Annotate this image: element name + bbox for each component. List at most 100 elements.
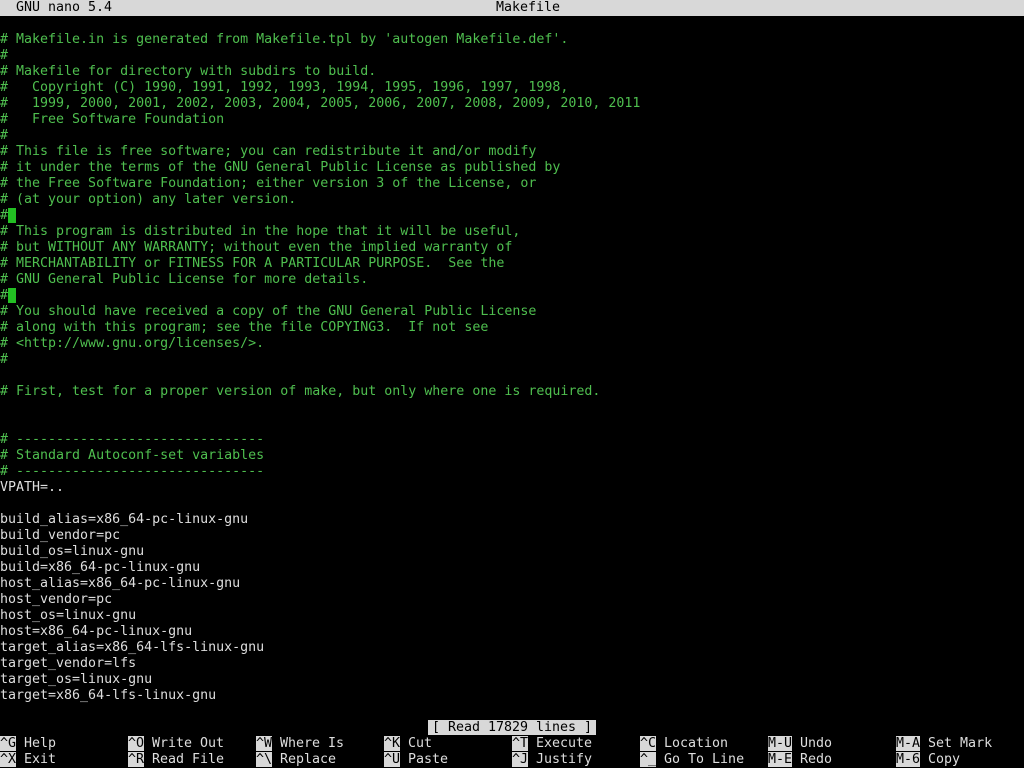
editor-line[interactable]: # Copyright (C) 1990, 1991, 1992, 1993, … [0, 80, 1024, 96]
shortcut-execute[interactable]: ^T Execute [512, 736, 592, 752]
editor-line[interactable]: # but WITHOUT ANY WARRANTY; without even… [0, 240, 1024, 256]
editor-line-text: # GNU General Public License for more de… [0, 272, 369, 287]
trailing-whitespace-marker [8, 208, 17, 223]
shortcut-label: Cut [408, 736, 433, 751]
status-bar: [ Read 17829 lines ] [0, 720, 1024, 736]
editor-line-text: # This file is free software; you can re… [0, 144, 537, 159]
shortcut-label: Undo [800, 736, 833, 751]
editor-line-text: # [0, 48, 9, 63]
shortcut-undo[interactable]: M-U Undo [768, 736, 832, 752]
shortcut-go-to-line[interactable]: ^_ Go To Line [640, 752, 744, 768]
editor-line-text: # This program is distributed in the hop… [0, 224, 521, 239]
shortcut-bar: ^G Help ^X Exit ^O Write Out ^R Read File ^W Wher… [0, 736, 1024, 768]
editor-line-text: target_vendor=lfs [0, 656, 137, 671]
shortcut-key: ^C [640, 736, 657, 751]
shortcut-key: ^R [128, 752, 145, 767]
editor-line[interactable]: target_alias=x86_64-lfs-linux-gnu [0, 640, 1024, 656]
editor-line[interactable]: # 1999, 2000, 2001, 2002, 2003, 2004, 20… [0, 96, 1024, 112]
shortcut-label: Copy [928, 752, 961, 767]
editor-line[interactable]: # it under the terms of the GNU General … [0, 160, 1024, 176]
editor-line[interactable]: # Makefile for directory with subdirs to… [0, 64, 1024, 80]
editor-line-text: # (at your option) any later version. [0, 192, 297, 207]
editor-line[interactable]: build_vendor=pc [0, 528, 1024, 544]
editor-line[interactable]: host_os=linux-gnu [0, 608, 1024, 624]
editor-line-text: # [0, 352, 9, 367]
editor-line[interactable]: # [0, 352, 1024, 368]
editor-line[interactable]: # Standard Autoconf-set variables [0, 448, 1024, 464]
editor-text-area[interactable]: # Makefile.in is generated from Makefile… [0, 32, 1024, 704]
shortcut-key: M-6 [896, 752, 921, 767]
editor-line[interactable]: host=x86_64-pc-linux-gnu [0, 624, 1024, 640]
shortcut-read-file[interactable]: ^R Read File [128, 752, 224, 768]
shortcut-key: M-U [768, 736, 793, 751]
editor-line[interactable]: build_alias=x86_64-pc-linux-gnu [0, 512, 1024, 528]
editor-line[interactable] [0, 496, 1024, 512]
editor-line[interactable]: # ------------------------------- [0, 432, 1024, 448]
editor-line-text: # Makefile.in is generated from Makefile… [0, 32, 569, 47]
editor-line[interactable]: # (at your option) any later version. [0, 192, 1024, 208]
shortcut-key: M-A [896, 736, 921, 751]
editor-line[interactable]: # First, test for a proper version of ma… [0, 384, 1024, 400]
shortcut-set-mark[interactable]: M-A Set Mark [896, 736, 992, 752]
editor-line[interactable]: # ------------------------------- [0, 464, 1024, 480]
shortcut-paste[interactable]: ^U Paste [384, 752, 448, 768]
shortcut-key: ^G [0, 736, 17, 751]
shortcut-justify[interactable]: ^J Justify [512, 752, 592, 768]
editor-line[interactable]: # You should have received a copy of the… [0, 304, 1024, 320]
editor-line[interactable] [0, 400, 1024, 416]
editor-line-text: # the Free Software Foundation; either v… [0, 176, 537, 191]
editor-line[interactable]: # the Free Software Foundation; either v… [0, 176, 1024, 192]
editor-line[interactable]: # This program is distributed in the hop… [0, 224, 1024, 240]
editor-line[interactable]: build_os=linux-gnu [0, 544, 1024, 560]
editor-line-text: # it under the terms of the GNU General … [0, 160, 561, 175]
shortcut-write-out[interactable]: ^O Write Out [128, 736, 224, 752]
shortcut-help[interactable]: ^G Help [0, 736, 56, 752]
editor-line[interactable]: # [0, 208, 1024, 224]
editor-line-text: # ------------------------------- [0, 464, 265, 479]
editor-line-text: # but WITHOUT ANY WARRANTY; without even… [0, 240, 513, 255]
shortcut-copy[interactable]: M-6 Copy [896, 752, 960, 768]
status-message: [ Read 17829 lines ] [427, 720, 597, 735]
app-version: GNU nano 5.4 [16, 0, 113, 15]
editor-line[interactable]: # along with this program; see the file … [0, 320, 1024, 336]
shortcut-redo[interactable]: M-E Redo [768, 752, 832, 768]
shortcut-label: Go To Line [664, 752, 745, 767]
editor-line[interactable]: target=x86_64-lfs-linux-gnu [0, 688, 1024, 704]
editor-line[interactable]: # [0, 128, 1024, 144]
editor-line-text: target_os=linux-gnu [0, 672, 153, 687]
editor-line-text: # [0, 128, 9, 143]
editor-line[interactable]: # [0, 288, 1024, 304]
editor-line[interactable]: target_vendor=lfs [0, 656, 1024, 672]
editor-line-text: host_alias=x86_64-pc-linux-gnu [0, 576, 241, 591]
editor-line[interactable]: VPATH=.. [0, 480, 1024, 496]
editor-line[interactable]: target_os=linux-gnu [0, 672, 1024, 688]
editor-line[interactable]: build=x86_64-pc-linux-gnu [0, 560, 1024, 576]
shortcut-exit[interactable]: ^X Exit [0, 752, 56, 768]
shortcut-key: ^X [0, 752, 17, 767]
shortcut-location[interactable]: ^C Location [640, 736, 728, 752]
shortcut-cut[interactable]: ^K Cut [384, 736, 432, 752]
editor-line-text: # Standard Autoconf-set variables [0, 448, 265, 463]
editor-line-text: # Makefile for directory with subdirs to… [0, 64, 377, 79]
editor-line[interactable]: # GNU General Public License for more de… [0, 272, 1024, 288]
editor-line[interactable] [0, 416, 1024, 432]
editor-line[interactable]: host_alias=x86_64-pc-linux-gnu [0, 576, 1024, 592]
editor-line[interactable]: # <http://www.gnu.org/licenses/>. [0, 336, 1024, 352]
editor-line[interactable]: # MERCHANTABILITY or FITNESS FOR A PARTI… [0, 256, 1024, 272]
editor-line[interactable]: host_vendor=pc [0, 592, 1024, 608]
shortcut-label: Replace [280, 752, 337, 767]
editor-line[interactable]: # Makefile.in is generated from Makefile… [0, 32, 1024, 48]
editor-line-text: # [0, 208, 9, 223]
editor-line[interactable]: # [0, 48, 1024, 64]
shortcut-replace[interactable]: ^\ Replace [256, 752, 336, 768]
file-name: Makefile [495, 0, 561, 15]
editor-line[interactable]: # This file is free software; you can re… [0, 144, 1024, 160]
shortcut-key: ^O [128, 736, 145, 751]
editor-line-text: # You should have received a copy of the… [0, 304, 537, 319]
shortcut-where-is[interactable]: ^W Where Is [256, 736, 344, 752]
title-bar: Makefile GNU nano 5.4 [0, 0, 1024, 16]
editor-line-text: target=x86_64-lfs-linux-gnu [0, 688, 217, 703]
editor-line[interactable]: # Free Software Foundation [0, 112, 1024, 128]
editor-line-text: # ------------------------------- [0, 432, 265, 447]
editor-line[interactable] [0, 368, 1024, 384]
